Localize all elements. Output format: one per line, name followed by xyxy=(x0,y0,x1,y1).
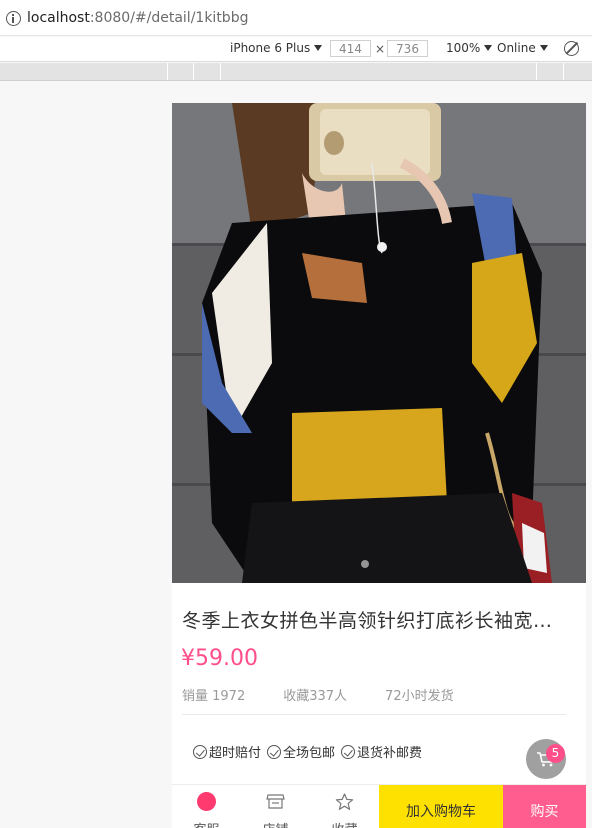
device-name: iPhone 6 Plus xyxy=(230,41,311,55)
url-host: localhost xyxy=(27,10,90,26)
tab-label: 收藏 xyxy=(310,819,379,828)
carousel-dot[interactable] xyxy=(361,560,369,568)
device-toolbar: iPhone 6 Plus × 100% Online xyxy=(0,37,592,62)
perk-label: 退货补邮费 xyxy=(357,746,423,761)
check-circle-icon xyxy=(267,744,282,759)
perk-item: 退货补邮费 xyxy=(341,742,422,761)
network-value: Online xyxy=(497,41,536,55)
divider xyxy=(182,714,566,715)
customer-service-icon xyxy=(197,792,216,811)
tab-customer-service[interactable]: 客服 xyxy=(172,785,241,828)
ruler-mark xyxy=(563,63,564,80)
tab-favorite[interactable]: 收藏 xyxy=(310,785,379,828)
info-icon[interactable] xyxy=(6,10,21,26)
sales-count: 销量 1972 xyxy=(182,689,246,704)
check-circle-icon xyxy=(193,744,207,759)
cart-count-badge: 5 xyxy=(546,744,565,763)
chevron-down-icon xyxy=(314,45,323,51)
add-to-cart-button[interactable]: 加入购物车 xyxy=(379,785,503,828)
favorites-count: 收藏337人 xyxy=(283,689,348,704)
rotate-icon[interactable] xyxy=(564,41,579,56)
perk-item: 全场包邮 xyxy=(267,742,335,761)
url-path: :8080/#/detail/1kitbbg xyxy=(89,10,249,26)
product-price: ¥59.00 xyxy=(181,646,258,671)
perk-item: 超时赔付 xyxy=(193,742,261,761)
address-bar: localhost:8080/#/detail/1kitbbg xyxy=(0,0,592,36)
ruler-mark xyxy=(193,63,194,80)
bottom-action-bar: 客服 店铺 收藏 加入购物车 购买 xyxy=(172,784,586,828)
mobile-viewport: 冬季上衣女拼色半高领针织打底衫长袖宽松毛衣 ¥59.00 销量 1972 收藏3… xyxy=(172,103,586,828)
device-height-input[interactable] xyxy=(387,40,428,57)
product-title: 冬季上衣女拼色半高领针织打底衫长袖宽松毛衣 xyxy=(182,610,566,632)
ruler-mark xyxy=(220,63,221,80)
store-icon xyxy=(266,794,285,809)
network-select[interactable]: Online xyxy=(497,41,548,55)
dimension-separator: × xyxy=(375,42,386,56)
chevron-down-icon xyxy=(539,45,548,51)
media-query-ruler[interactable] xyxy=(0,63,592,81)
tab-label: 店铺 xyxy=(241,819,310,828)
ruler-mark xyxy=(536,63,537,80)
ruler-mark xyxy=(167,63,168,80)
perk-label: 全场包邮 xyxy=(283,746,336,761)
product-photo[interactable] xyxy=(172,103,586,583)
shipping-time: 72小时发货 xyxy=(385,689,454,704)
chevron-down-icon xyxy=(484,45,493,51)
tab-label: 客服 xyxy=(172,819,241,828)
buy-button[interactable]: 购买 xyxy=(503,785,586,828)
device-select[interactable]: iPhone 6 Plus xyxy=(230,41,323,55)
service-perks: 超时赔付 全场包邮 退货补邮费 xyxy=(193,742,428,761)
device-width-input[interactable] xyxy=(330,40,371,57)
product-stats: 销量 1972 收藏337人 72小时发货 xyxy=(182,685,492,704)
url-field[interactable]: localhost:8080/#/detail/1kitbbg xyxy=(4,5,592,31)
zoom-value: 100% xyxy=(446,41,481,55)
perk-label: 超时赔付 xyxy=(209,746,262,761)
product-photo-image xyxy=(172,103,586,583)
check-circle-icon xyxy=(341,744,356,759)
zoom-select[interactable]: 100% xyxy=(446,41,493,55)
star-icon xyxy=(335,793,354,810)
tab-store[interactable]: 店铺 xyxy=(241,785,310,828)
